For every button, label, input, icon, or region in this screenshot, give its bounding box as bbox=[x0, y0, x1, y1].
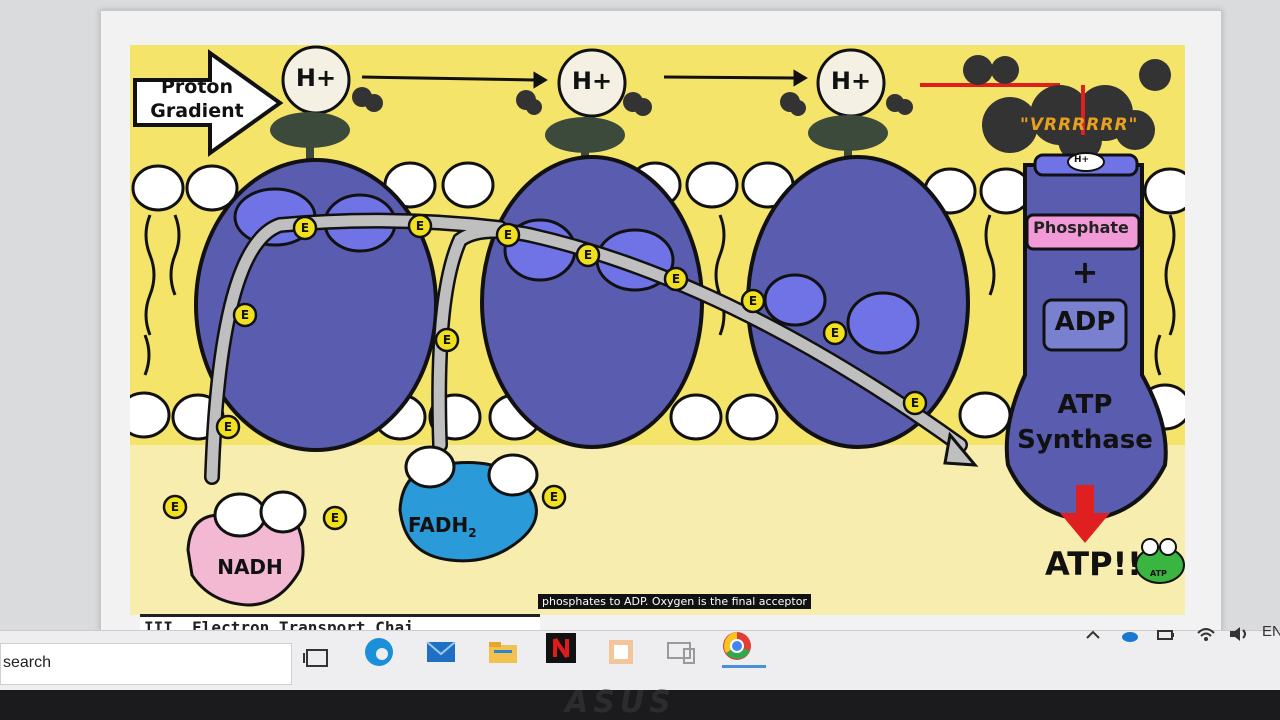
hplus-small-label: H+ bbox=[1074, 155, 1090, 165]
task-view-icon[interactable] bbox=[300, 641, 334, 675]
file-explorer-icon[interactable] bbox=[486, 635, 520, 669]
fadh-text: FADH bbox=[408, 513, 469, 537]
chrome-active-indicator bbox=[722, 665, 766, 668]
fadh2-label: FADH2 bbox=[408, 513, 477, 540]
electron-label: E bbox=[330, 511, 340, 525]
connect-icon[interactable] bbox=[664, 635, 698, 669]
language-indicator[interactable]: EN bbox=[1262, 623, 1280, 640]
phosphate-label: Phosphate bbox=[1033, 218, 1129, 237]
protein-complexes bbox=[194, 155, 970, 452]
electron-label: E bbox=[830, 326, 840, 340]
video-caption: phosphates to ADP. Oxygen is the final a… bbox=[538, 594, 811, 609]
atp-frog-label: ATP bbox=[1150, 569, 1167, 578]
mail-icon[interactable] bbox=[424, 635, 458, 669]
electron-label: E bbox=[583, 248, 593, 262]
electron-label: E bbox=[549, 490, 559, 504]
electron-label: E bbox=[170, 500, 180, 514]
protein-tops bbox=[270, 112, 888, 153]
battery-icon[interactable] bbox=[1156, 627, 1176, 643]
search-label: search bbox=[3, 654, 52, 671]
wifi-icon[interactable] bbox=[1196, 625, 1216, 643]
electron-label: E bbox=[671, 272, 681, 286]
photos-icon[interactable] bbox=[604, 635, 638, 669]
electron-label: E bbox=[910, 396, 920, 410]
adp-label: ADP bbox=[1054, 307, 1116, 337]
atp-product-label: ATP!! bbox=[1045, 545, 1142, 583]
volume-icon[interactable] bbox=[1228, 625, 1250, 643]
fadh-subscript: 2 bbox=[468, 526, 477, 540]
vrrr-label: "VRRRRRR" bbox=[1020, 115, 1139, 135]
monitor-screen: Proton Gradient H+ H+ H+ H+ "VRRRRRR" Ph… bbox=[0, 0, 1280, 690]
electron-label: E bbox=[442, 333, 452, 347]
asus-logo: ASUS bbox=[565, 685, 676, 720]
proton-label-line1: Proton bbox=[160, 76, 233, 98]
taskbar-search-box[interactable]: search bbox=[0, 643, 292, 685]
electron-label: E bbox=[415, 219, 425, 233]
electron-label: E bbox=[223, 420, 233, 434]
video-slide[interactable]: Proton Gradient H+ H+ H+ H+ "VRRRRRR" Ph… bbox=[130, 45, 1185, 615]
proton-label-line2: Gradient bbox=[150, 100, 244, 122]
chevron-up-icon[interactable] bbox=[1085, 627, 1101, 643]
windows-taskbar: search EN bbox=[0, 623, 1280, 690]
electron-label: E bbox=[748, 294, 758, 308]
netflix-icon[interactable] bbox=[544, 631, 578, 665]
electron-label: E bbox=[240, 308, 250, 322]
nadh-label: NADH bbox=[217, 555, 283, 579]
electron-label: E bbox=[300, 221, 310, 235]
hplus-label-1: H+ bbox=[295, 64, 337, 92]
atp-synthase-label-line1: ATP bbox=[1057, 390, 1113, 420]
plus-sign: + bbox=[1071, 253, 1099, 291]
chrome-icon[interactable] bbox=[720, 629, 754, 663]
smoke-puffs bbox=[352, 55, 1171, 162]
edge-browser-icon[interactable] bbox=[362, 635, 396, 669]
hplus-label-3: H+ bbox=[830, 67, 872, 95]
electron-label: E bbox=[503, 228, 513, 242]
red-arrow-shaft bbox=[1076, 485, 1094, 515]
hplus-label-2: H+ bbox=[571, 67, 613, 95]
onedrive-icon[interactable] bbox=[1120, 627, 1140, 643]
proton-gradient-label: Proton Gradient bbox=[142, 75, 252, 123]
atp-synthase-label-line2: Synthase bbox=[1017, 425, 1153, 455]
